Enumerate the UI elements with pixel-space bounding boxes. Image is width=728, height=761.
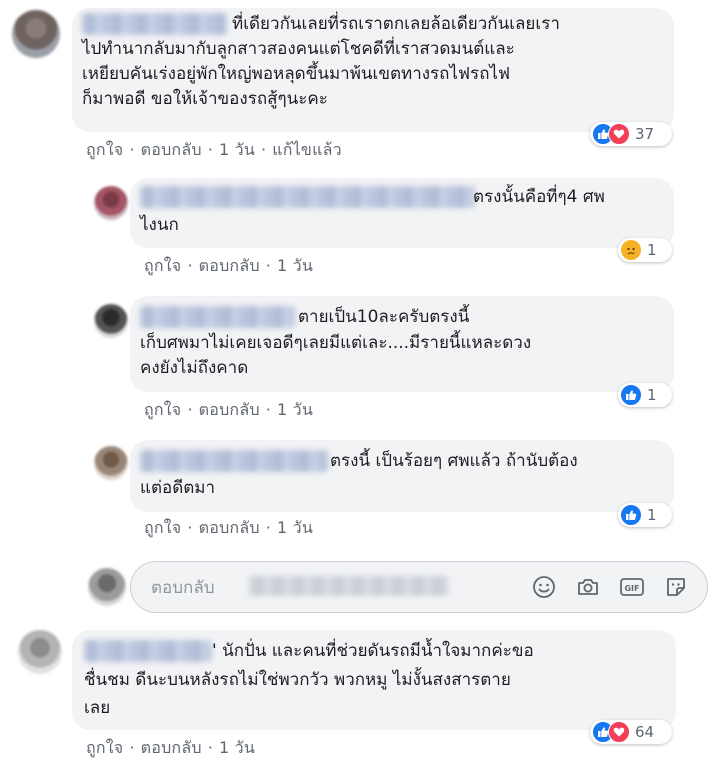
commenter-name[interactable] — [140, 186, 475, 208]
timestamp[interactable]: 1 วัน — [219, 736, 255, 761]
avatar[interactable] — [94, 446, 128, 480]
reaction-summary[interactable]: 1 — [618, 238, 672, 262]
timestamp[interactable]: 1 วัน — [277, 254, 313, 279]
comment-line: เหยียบคันเร่งอยู่พักใหญ่พอหลุดขึ้นมาพ้นเ… — [82, 64, 511, 84]
reply-link[interactable]: ตอบกลับ — [141, 138, 202, 163]
comment-line: คงยังไม่ถึงคาด — [140, 358, 249, 378]
separator: · — [207, 738, 213, 757]
reply-link[interactable]: ตอบกลับ — [199, 398, 260, 423]
timestamp[interactable]: 1 วัน — [277, 398, 313, 423]
sad-icon — [620, 239, 642, 261]
timestamp[interactable]: 1 วัน — [277, 516, 313, 541]
separator: · — [265, 400, 271, 419]
separator: · — [207, 140, 213, 159]
reaction-summary[interactable]: 64 — [590, 720, 672, 744]
reply-link[interactable]: ตอบกลับ — [141, 736, 202, 761]
avatar[interactable] — [18, 630, 62, 674]
separator: · — [260, 140, 267, 159]
like-icon — [620, 504, 642, 526]
reaction-count: 1 — [647, 506, 657, 524]
camera-icon[interactable] — [575, 574, 601, 600]
gif-label: GIF — [624, 584, 639, 593]
sticker-icon[interactable] — [663, 574, 689, 600]
comment-line: ชื่นชม ดีนะบนหลังรถไม่ใช่พวกวัว พวกหมู ไ… — [84, 670, 511, 690]
separator: · — [129, 738, 135, 757]
comment-line: ไปทำนากลับมากับลูกสาวสองคนแต่โชคดีที่เรา… — [82, 39, 515, 59]
comment-actions: ถูกใจ · ตอบกลับ · 1 วัน — [144, 516, 313, 541]
comment-actions: ถูกใจ · ตอบกลับ · 1 วัน — [86, 736, 255, 761]
comment-bubble: ตรงนี้ เป็นร้อยๆ ศพแล้ว ถ้านับต้อง แต่อด… — [130, 440, 674, 512]
commenter-name[interactable] — [140, 306, 295, 328]
comment-bubble: ตายเป็น10ละครับตรงนี้ เก็บศพมาไม่เคยเจอด… — [130, 296, 674, 392]
reaction-summary[interactable]: 1 — [618, 503, 672, 527]
commenter-name[interactable] — [84, 640, 212, 662]
love-icon — [608, 123, 630, 145]
reaction-summary[interactable]: 1 — [618, 383, 672, 407]
avatar[interactable] — [12, 10, 60, 58]
comment-line: ก็มาพอดี ขอให้เจ้าของรถสู้ๆนะคะ — [82, 89, 328, 109]
like-link[interactable]: ถูกใจ — [86, 138, 123, 163]
like-link[interactable]: ถูกใจ — [86, 736, 123, 761]
avatar[interactable] — [94, 304, 128, 338]
reply-placeholder: ตอบกลับ — [151, 578, 215, 598]
separator: · — [187, 256, 193, 275]
reaction-count: 64 — [635, 723, 655, 741]
avatar[interactable] — [94, 186, 128, 220]
separator: · — [265, 256, 271, 275]
comment-line: ตายเป็น10ละครับตรงนี้ — [298, 307, 470, 327]
like-link[interactable]: ถูกใจ — [144, 254, 181, 279]
comment-bubble: ที่เดียวกันเลยที่รถเราตกเลยล้อเดียวกันเล… — [72, 8, 674, 132]
commenter-name[interactable] — [82, 13, 227, 35]
reaction-count: 1 — [647, 386, 657, 404]
like-link[interactable]: ถูกใจ — [144, 398, 181, 423]
commenter-name[interactable] — [140, 450, 328, 472]
reply-mention — [249, 576, 449, 596]
comment-actions: ถูกใจ · ตอบกลับ · 1 วัน — [144, 254, 313, 279]
comment-line: เลย — [84, 698, 111, 718]
emoji-icon[interactable] — [531, 574, 557, 600]
comment-line: ตรงนี้ เป็นร้อยๆ ศพแล้ว ถ้านับต้อง — [330, 451, 578, 471]
gif-icon[interactable]: GIF — [619, 574, 645, 600]
like-icon — [620, 384, 642, 406]
current-user-avatar — [88, 568, 126, 606]
edited-label[interactable]: แก้ไขแล้ว — [272, 138, 342, 163]
reaction-count: 37 — [635, 125, 655, 143]
comment-line: ตรงนั้นคือที่ๆ4 ศพ — [473, 187, 605, 207]
reply-link[interactable]: ตอบกลับ — [199, 516, 260, 541]
reply-input[interactable]: ตอบกลับ GIF — [130, 561, 708, 613]
comment-bubble: ตรงนั้นคือที่ๆ4 ศพ ไงนก — [130, 178, 674, 248]
reaction-summary[interactable]: 37 — [590, 122, 672, 146]
comment-bubble: ' นักปั่น และคนที่ช่วยดันรถมีน้ำใจมากค่ะ… — [72, 630, 676, 730]
comment-actions: ถูกใจ · ตอบกลับ · 1 วัน — [144, 398, 313, 423]
comment-line: ' นักปั่น และคนที่ช่วยดันรถมีน้ำใจมากค่ะ… — [212, 641, 534, 661]
comment-line: ไงนก — [140, 215, 179, 235]
separator: · — [187, 400, 193, 419]
separator: · — [265, 518, 271, 537]
reply-link[interactable]: ตอบกลับ — [199, 254, 260, 279]
love-icon — [608, 721, 630, 743]
comment-line: ที่เดียวกันเลยที่รถเราตกเลยล้อเดียวกันเล… — [232, 14, 560, 34]
comment-actions: ถูกใจ · ตอบกลับ · 1 วัน · แก้ไขแล้ว — [86, 138, 342, 163]
like-link[interactable]: ถูกใจ — [144, 516, 181, 541]
separator: · — [187, 518, 193, 537]
comment-line: เก็บศพมาไม่เคยเจอดีๆเลยมีแต่เละ....มีราย… — [140, 333, 532, 353]
reaction-count: 1 — [647, 241, 657, 259]
separator: · — [129, 140, 135, 159]
comment-line: แต่อดีตมา — [140, 478, 216, 498]
timestamp[interactable]: 1 วัน — [219, 138, 255, 163]
